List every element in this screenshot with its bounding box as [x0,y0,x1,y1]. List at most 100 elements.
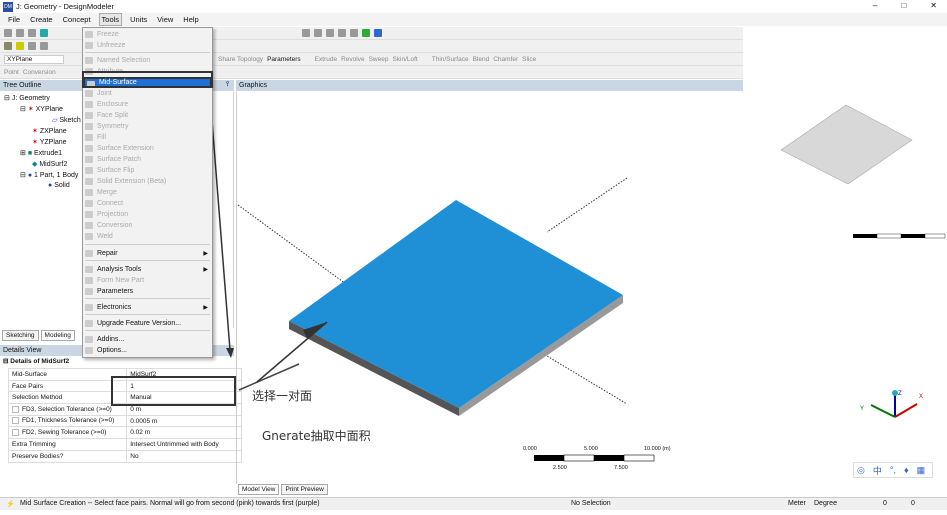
ime-chinese[interactable]: 中 [873,464,882,477]
menu-file[interactable]: File [6,14,22,25]
mic-icon[interactable]: ♦ [904,465,909,475]
length-unit: Meter [788,500,806,507]
menu-item-electronics[interactable]: Electronics ▶ [83,302,212,313]
menu-tools[interactable]: Tools [98,13,123,26]
chamfer-button[interactable]: Chamfer [493,56,518,63]
new-icon[interactable] [4,29,12,37]
tab-print-preview[interactable]: Print Preview [281,484,328,495]
zoom-box-icon[interactable] [338,29,346,37]
revolve-button[interactable]: Revolve [341,56,364,63]
menu-item-options[interactable]: Options... [83,345,212,356]
menu-concept[interactable]: Concept [61,14,93,25]
point-button[interactable]: Point [4,69,19,76]
ime-punct[interactable]: °, [890,465,896,475]
menu-view[interactable]: View [155,14,175,25]
conversion-button[interactable]: Conversion [23,69,56,76]
menu-item-fill[interactable]: Fill [83,132,212,143]
menu-item-symmetry[interactable]: Symmetry [83,121,212,132]
minimize-button[interactable]: – [873,1,877,10]
pan-icon[interactable] [314,29,322,37]
menu-item-repair[interactable]: Repair ▶ [83,248,212,259]
details-row: Preserve Bodies? No [7,449,242,463]
preview-svg [780,104,946,239]
submenu-arrow-icon: ▶ [203,267,208,273]
menu-item-analysis-tools[interactable]: Analysis Tools ▶ [83,264,212,275]
tree-item-zxplane[interactable]: ✶ ZXPlane [32,127,67,135]
select-mode-icon[interactable] [4,42,12,50]
select-filter-icon[interactable] [16,42,24,50]
tree-item-sketch[interactable]: ▱ Sketch [52,116,81,124]
zoom-icon[interactable] [326,29,334,37]
tab-model-view[interactable]: Model View [238,484,280,495]
menu-item-weld[interactable]: Weld [83,231,212,242]
skin-loft-button[interactable]: Skin/Loft [392,56,417,63]
property-value[interactable]: Intersect Untrimmed with Body [126,438,242,451]
menu-item-enclosure[interactable]: Enclosure [83,99,212,110]
dotted-line [237,204,358,293]
menu-item-merge[interactable]: Merge [83,187,212,198]
menu-create[interactable]: Create [28,14,55,25]
tree-item-midsurf2[interactable]: ◆ MidSurf2 [32,160,67,168]
line-icon[interactable] [28,42,36,50]
status-message: Mid Surface Creation -- Select face pair… [20,500,320,507]
maximize-button[interactable]: □ [901,1,906,10]
tree-item-part[interactable]: ⊟ ● 1 Part, 1 Body [20,171,78,179]
save-icon[interactable] [16,29,24,37]
close-button[interactable]: ✕ [930,1,937,10]
menu-item-face-split[interactable]: Face Split [83,110,212,121]
menu-item-addins[interactable]: Addins... [83,334,212,345]
save-icon[interactable] [28,29,36,37]
menu-item-freeze[interactable]: Freeze [83,29,212,40]
menu-item-form-new-part[interactable]: Form New Part [83,275,212,286]
menu-item-surface-flip[interactable]: Surface Flip [83,165,212,176]
parameter-checkbox[interactable] [12,429,19,437]
menu-item-joint[interactable]: Joint [83,88,212,99]
plate-top-face[interactable] [289,200,623,408]
blend-button[interactable]: Blend [473,56,490,63]
details-row: Extra Trimming Intersect Untrimmed with B… [7,438,242,451]
menu-item-connect[interactable]: Connect [83,198,212,209]
tree-item-geometry[interactable]: ⊟ J: Geometry [4,94,50,102]
extrude-button[interactable]: Extrude [315,56,337,63]
menu-item-projection[interactable]: Projection [83,209,212,220]
line-icon[interactable] [40,42,48,50]
display-icon[interactable] [374,29,382,37]
tree-item-yzplane[interactable]: ✶ YZPlane [32,138,67,146]
parameters-button[interactable]: Parameters [267,56,301,63]
submenu-arrow-icon: ▶ [203,251,208,257]
screenshot-icon[interactable] [40,29,48,37]
tree-item-xyplane[interactable]: ⊟ ✶ XYPlane [20,105,63,113]
tab-modeling[interactable]: Modeling [40,330,75,341]
tree-item-solid[interactable]: ● Solid [48,182,70,189]
rotate-icon[interactable] [302,29,310,37]
menu-item-surface-patch[interactable]: Surface Patch [83,154,212,165]
slice-button[interactable]: Slice [522,56,536,63]
ime-logo-icon[interactable]: ◎ [857,465,865,476]
parameter-checkbox[interactable] [12,417,19,425]
menu-item-named-selection[interactable]: Named Selection [83,55,212,66]
mode-tabs: Sketching Modeling [2,330,75,341]
menu-item-conversion[interactable]: Conversion [83,220,212,231]
menu-item-upgrade-feature-version[interactable]: Upgrade Feature Version... [83,318,212,329]
parameter-checkbox[interactable] [12,405,19,413]
menu-units[interactable]: Units [128,14,149,25]
plane-select[interactable]: XYPlane [4,54,64,64]
property-value[interactable]: No [126,449,242,463]
menu-item-parameters[interactable]: Parameters [83,286,212,297]
submenu-arrow-icon: ▶ [203,305,208,311]
zoom-in-icon[interactable] [362,29,370,37]
sweep-button[interactable]: Sweep [369,56,389,63]
midsurface-preview [780,104,913,185]
menu-item-solid-extension-beta[interactable]: Solid Extension (Beta) [83,176,212,187]
zoom-fit-icon[interactable] [350,29,358,37]
ime-toolbar: ◎ 中 °, ♦ ▦ [853,462,933,478]
thin-surface-button[interactable]: Thin/Surface [432,56,469,63]
tab-sketching[interactable]: Sketching [2,330,39,341]
property-value[interactable]: 0.02 m [126,426,242,440]
tree-item-extrude1[interactable]: ⊞ ■ Extrude1 [20,149,62,157]
grid-icon[interactable]: ▦ [917,465,926,476]
menu-item-surface-extension[interactable]: Surface Extension [83,143,212,154]
menu-help[interactable]: Help [181,14,200,25]
menu-item-unfreeze[interactable]: Unfreeze [83,40,212,51]
property-value[interactable]: 0.0005 m [126,414,242,428]
